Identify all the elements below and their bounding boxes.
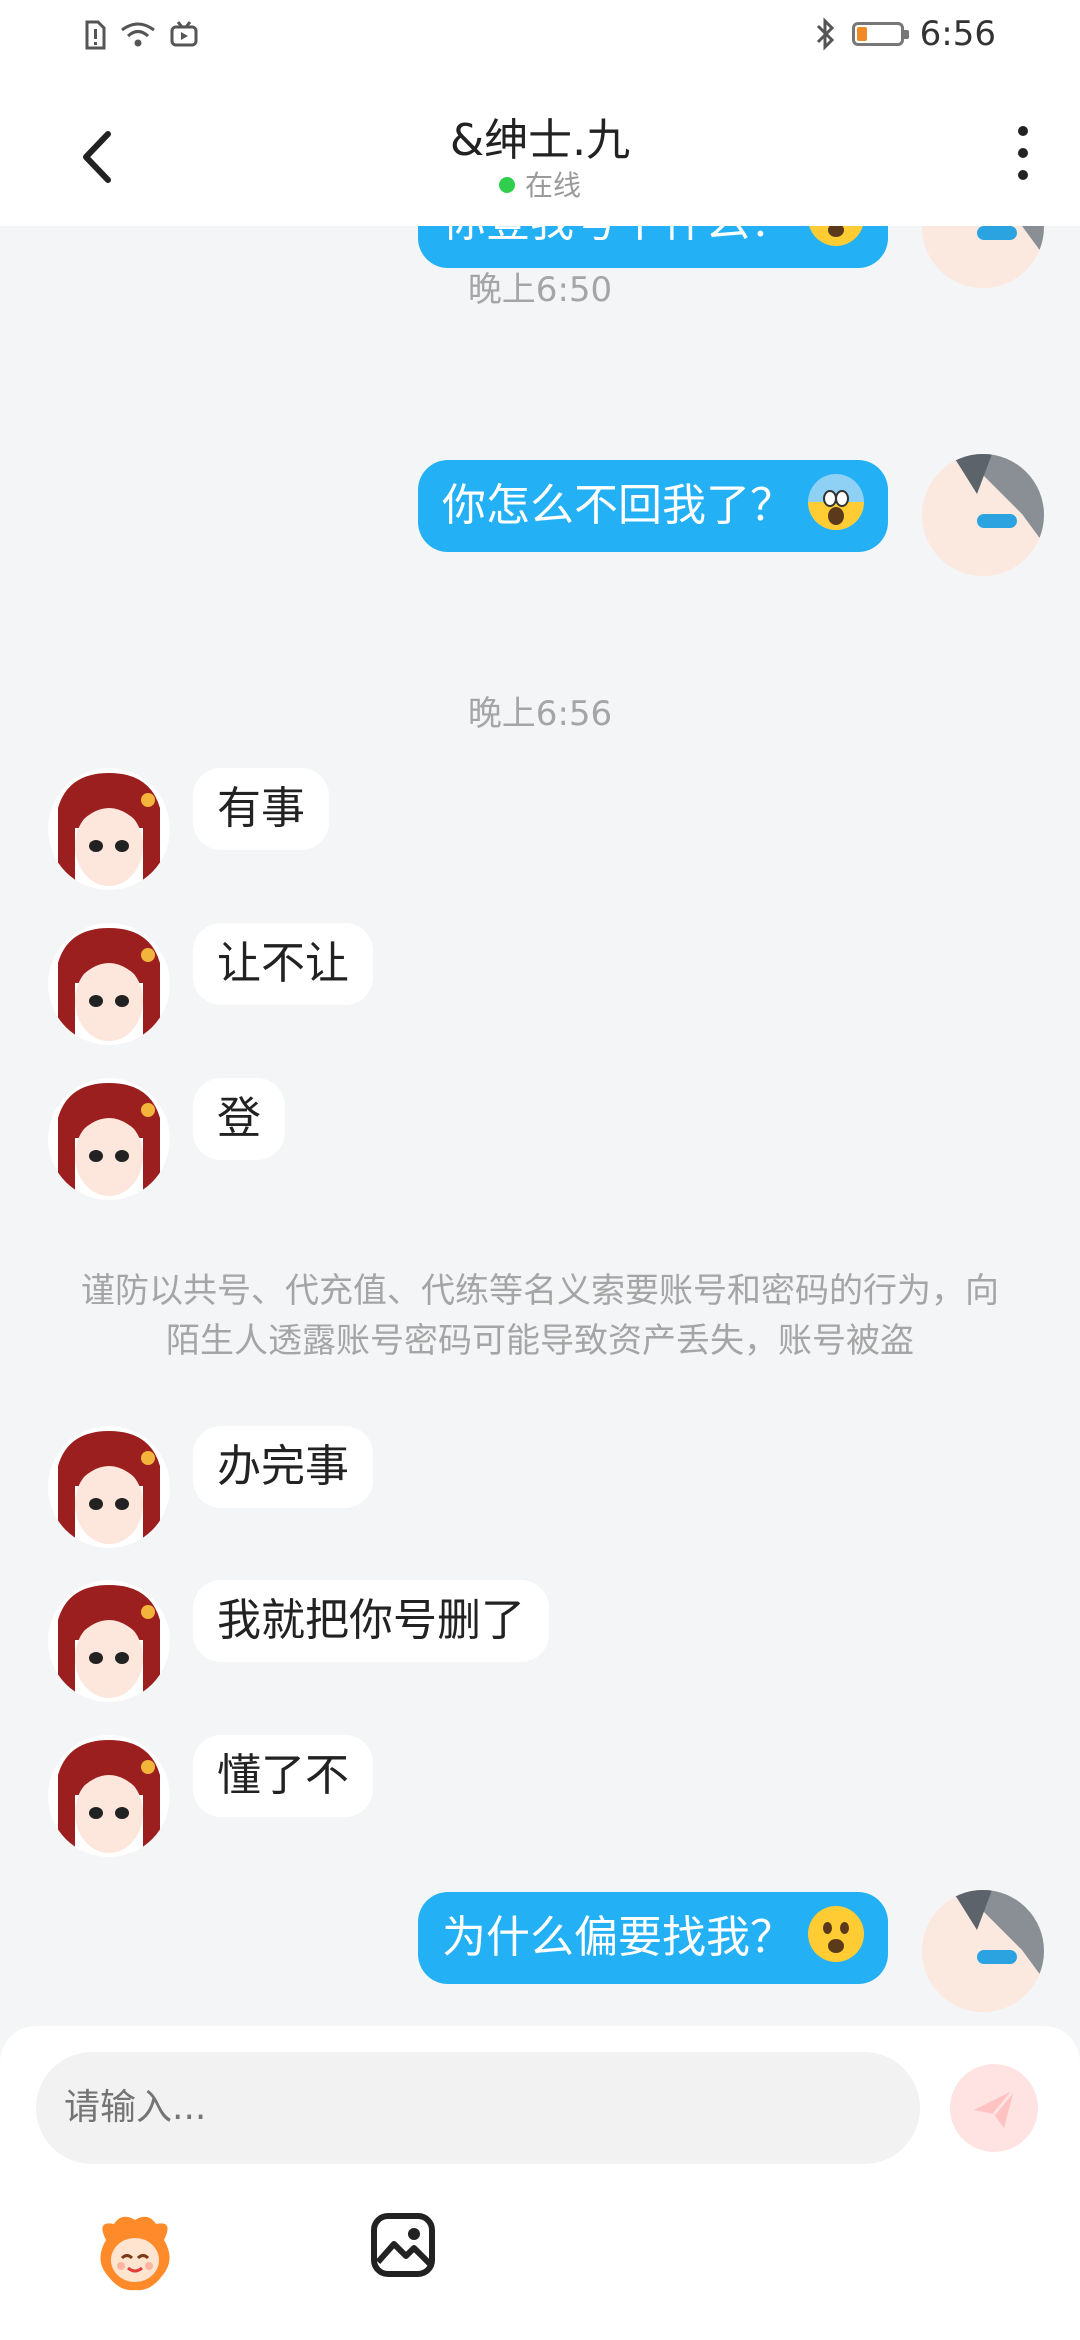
message-row-incoming: 让不让 <box>0 923 1080 1047</box>
message-input[interactable] <box>36 2052 920 2164</box>
input-bar <box>0 2026 1080 2340</box>
message-text: 办完事 <box>217 1441 349 1492</box>
message-row-incoming: 我就把你号删了 <box>0 1580 1080 1704</box>
message-text: 你怎么不回我了？ <box>442 480 794 531</box>
contact-name: &绅士.九 <box>449 115 631 166</box>
message-list[interactable]: 你登我号干什么？ 晚上6:50 你怎么不回我了？ 晚上6:56 有事 让不让 登… <box>0 226 1080 2026</box>
incoming-bubble[interactable]: 办完事 <box>193 1426 373 1508</box>
timestamp: 晚上6:50 <box>467 270 613 310</box>
online-status: 在线 <box>0 164 1080 204</box>
incoming-bubble[interactable]: 有事 <box>193 768 329 850</box>
timestamp: 晚上6:56 <box>467 694 613 734</box>
message-row-incoming: 有事 <box>0 768 1080 892</box>
contact-avatar[interactable] <box>48 1078 170 1200</box>
contact-avatar[interactable] <box>48 1426 170 1548</box>
outgoing-bubble[interactable]: 你怎么不回我了？ <box>418 460 888 552</box>
wifi-icon <box>121 22 155 47</box>
contact-avatar[interactable] <box>48 923 170 1045</box>
message-text: 为什么偏要找我？ <box>442 1912 794 1963</box>
contact-avatar[interactable] <box>48 1580 170 1702</box>
bluetooth-icon <box>816 17 834 51</box>
tv-app-icon <box>170 21 198 47</box>
anxious-emoji-icon <box>808 1906 864 1962</box>
message-row-incoming: 登 <box>0 1078 1080 1202</box>
send-button[interactable] <box>950 2064 1038 2152</box>
sim-alert-icon <box>85 20 106 50</box>
status-icons-left <box>84 20 198 50</box>
status-time: 6:56 <box>919 14 996 54</box>
incoming-bubble[interactable]: 登 <box>193 1078 285 1160</box>
scream-emoji-icon <box>808 474 864 530</box>
anxious-emoji-icon <box>808 226 864 246</box>
online-status-label: 在线 <box>524 169 581 202</box>
message-row-incoming: 办完事 <box>0 1426 1080 1550</box>
message-text: 我就把你号删了 <box>217 1595 525 1646</box>
online-dot <box>498 177 515 193</box>
message-row-outgoing: 为什么偏要找我？ <box>0 1890 1080 2022</box>
status-bar: 6:56 <box>0 0 1080 82</box>
security-notice: 谨防以共号、代充值、代练等名义索要账号和密码的行为，向陌生人透露账号密码可能导致… <box>81 1271 999 1361</box>
my-avatar[interactable] <box>922 1890 1044 2012</box>
contact-avatar[interactable] <box>48 768 170 890</box>
chat-header: &绅士.九 在线 <box>0 82 1080 226</box>
status-icons-right: 6:56 <box>814 14 996 54</box>
incoming-bubble[interactable]: 让不让 <box>193 923 373 1005</box>
outgoing-bubble[interactable]: 为什么偏要找我？ <box>418 1892 888 1984</box>
contact-avatar[interactable] <box>48 1735 170 1857</box>
message-row-outgoing: 你怎么不回我了？ <box>0 454 1080 592</box>
message-row-incoming: 懂了不 <box>0 1735 1080 1859</box>
image-icon[interactable] <box>370 2212 436 2278</box>
message-text: 登 <box>217 1093 261 1144</box>
incoming-bubble[interactable]: 懂了不 <box>193 1735 373 1817</box>
message-text: 懂了不 <box>217 1750 349 1801</box>
message-text: 你登我号干什么？ <box>442 226 794 247</box>
sticker-icon[interactable] <box>92 2210 178 2296</box>
incoming-bubble[interactable]: 我就把你号删了 <box>193 1580 549 1662</box>
message-text: 让不让 <box>217 938 349 989</box>
battery-icon <box>851 22 909 46</box>
my-avatar[interactable] <box>922 454 1044 576</box>
message-text: 有事 <box>217 783 305 834</box>
more-vertical-icon[interactable] <box>1016 126 1030 184</box>
send-icon <box>974 2089 1016 2128</box>
